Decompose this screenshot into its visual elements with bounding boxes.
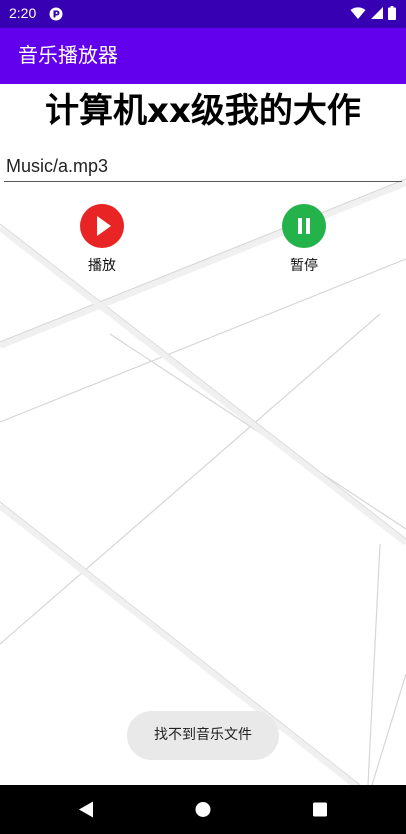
play-label: 播放 <box>88 258 116 274</box>
toast-message: 找不到音乐文件 <box>127 711 279 760</box>
navigation-bar <box>0 785 406 834</box>
home-button[interactable] <box>173 785 233 834</box>
status-time: 2:20 <box>9 5 37 21</box>
signal-icon <box>370 5 384 24</box>
content-area: 计算机xx级我的大作 Music/a.mp3 播放 暂停 <box>0 84 406 785</box>
status-icons <box>350 5 396 24</box>
music-path-input[interactable]: Music/a.mp3 <box>4 151 402 182</box>
app-title: 音乐播放器 <box>18 43 118 67</box>
battery-icon <box>388 5 396 24</box>
status-bar: 2:20 <box>0 0 406 28</box>
wifi-icon <box>350 5 366 24</box>
pause-button[interactable]: 暂停 <box>264 204 344 275</box>
play-button[interactable]: 播放 <box>62 204 142 275</box>
background-pattern <box>0 178 406 785</box>
notification-icon <box>49 6 63 21</box>
pause-label: 暂停 <box>290 258 318 274</box>
back-button[interactable] <box>56 785 116 834</box>
app-bar: 音乐播放器 <box>0 28 406 84</box>
play-icon[interactable] <box>80 204 124 248</box>
pause-icon[interactable] <box>282 204 326 248</box>
headline: 计算机xx级我的大作 <box>45 91 361 131</box>
music-path-value[interactable]: Music/a.mp3 <box>6 155 108 177</box>
recents-button[interactable] <box>290 785 350 834</box>
